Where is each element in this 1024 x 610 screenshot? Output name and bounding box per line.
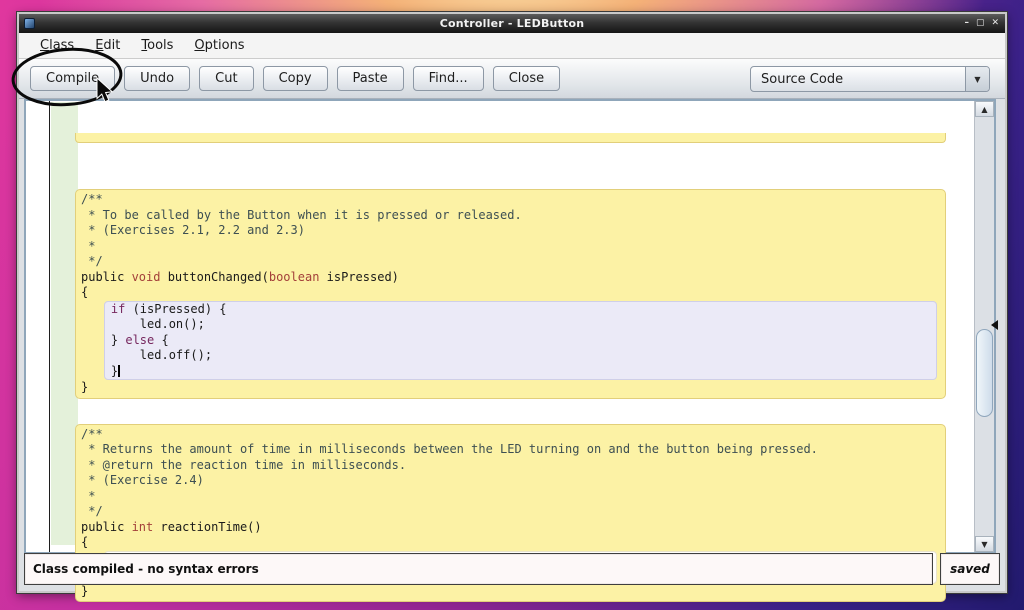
toolbar: Compile Undo Cut Copy Paste Find... Clos… — [19, 59, 1005, 99]
chevron-down-icon[interactable]: ▼ — [965, 67, 989, 91]
minimize-button[interactable]: – — [964, 19, 969, 28]
code-line[interactable]: * @return the reaction time in milliseco… — [76, 458, 945, 474]
view-selector-value: Source Code — [751, 67, 965, 91]
code-line[interactable]: public int reactionTime() — [76, 520, 945, 536]
code-lines[interactable]: /** * To be called by the Button when it… — [75, 101, 972, 602]
title-bar[interactable]: Controller - LEDButton – ▢ ✕ — [19, 14, 1005, 33]
menu-edit[interactable]: Edit — [86, 35, 129, 56]
scrolled-code-remnant — [75, 133, 946, 143]
window-title: Controller - LEDButton — [19, 17, 1005, 30]
code-line[interactable]: * — [76, 489, 945, 505]
code-line[interactable]: } else { — [77, 333, 936, 349]
find-button[interactable]: Find... — [413, 66, 484, 91]
class-scope-highlight — [51, 102, 78, 545]
code-line[interactable]: */ — [76, 504, 945, 520]
status-message: Class compiled - no syntax errors — [24, 553, 933, 585]
maximize-button[interactable]: ▢ — [976, 19, 985, 28]
compile-button[interactable]: Compile — [30, 66, 115, 91]
code-line[interactable]: /** — [76, 427, 945, 443]
status-bar: Class compiled - no syntax errors saved — [24, 553, 1000, 585]
menu-options[interactable]: Options — [185, 35, 253, 56]
selection-scope-box: if (isPressed) { led.on(); } else { led.… — [104, 301, 937, 381]
undo-button[interactable]: Undo — [124, 66, 190, 91]
menu-tools[interactable]: Tools — [132, 35, 182, 56]
menu-bar: Class Edit Tools Options — [19, 33, 1005, 59]
close-window-button[interactable]: ✕ — [991, 19, 999, 28]
paste-button[interactable]: Paste — [337, 66, 404, 91]
close-button[interactable]: Close — [493, 66, 560, 91]
editor-pane: /** * To be called by the Button when it… — [24, 99, 996, 554]
code-line[interactable]: } — [76, 584, 945, 600]
code-line[interactable]: * Returns the amount of time in millisec… — [76, 442, 945, 458]
scroll-up-arrow-icon[interactable]: ▲ — [975, 101, 994, 117]
split-pane-collapse-arrow-icon[interactable] — [991, 320, 998, 330]
code-line[interactable]: { — [76, 535, 945, 551]
code-line[interactable]: public void buttonChanged(boolean isPres… — [76, 270, 945, 286]
code-line[interactable]: /** — [76, 192, 945, 208]
scroll-down-arrow-icon[interactable]: ▼ — [975, 536, 994, 552]
gutter-separator — [49, 101, 50, 552]
code-line[interactable]: if (isPressed) { — [77, 302, 936, 318]
code-line[interactable]: */ — [76, 254, 945, 270]
save-state-badge: saved — [940, 553, 1000, 585]
code-line[interactable]: { — [76, 285, 945, 301]
menu-class[interactable]: Class — [31, 35, 83, 56]
method-scope-block: /** * To be called by the Button when it… — [75, 189, 946, 399]
breakpoint-gutter[interactable] — [26, 101, 49, 552]
code-line[interactable]: * To be called by the Button when it is … — [76, 208, 945, 224]
code-line[interactable]: * (Exercises 2.1, 2.2 and 2.3) — [76, 223, 945, 239]
cut-button[interactable]: Cut — [199, 66, 253, 91]
view-selector-dropdown[interactable]: Source Code ▼ — [750, 66, 990, 92]
code-line[interactable]: } — [77, 364, 936, 380]
editor-window: Controller - LEDButton – ▢ ✕ Class Edit … — [17, 12, 1007, 593]
code-line[interactable]: * (Exercise 2.4) — [76, 473, 945, 489]
code-line[interactable]: led.off(); — [77, 348, 936, 364]
code-line[interactable]: led.on(); — [77, 317, 936, 333]
scrollbar-thumb[interactable] — [976, 329, 993, 417]
code-line[interactable]: } — [76, 380, 945, 396]
code-line[interactable]: * — [76, 239, 945, 255]
copy-button[interactable]: Copy — [263, 66, 328, 91]
